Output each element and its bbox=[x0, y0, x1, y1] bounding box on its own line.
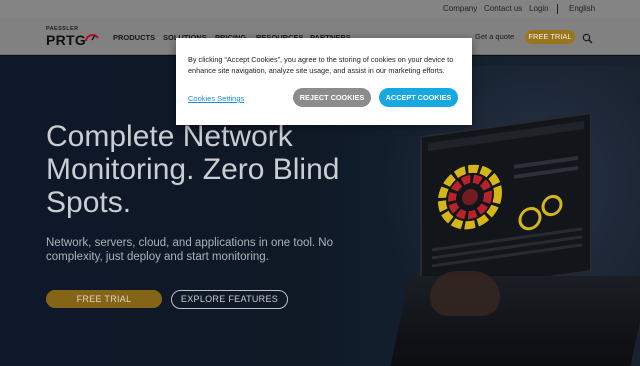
contact-link[interactable]: Contact us bbox=[484, 4, 522, 13]
free-trial-button[interactable]: FREE TRIAL bbox=[46, 290, 162, 308]
hero-subline: Network, servers, cloud, and application… bbox=[46, 237, 334, 263]
explore-features-button[interactable]: EXPLORE FEATURES bbox=[171, 290, 288, 309]
gauge-icon bbox=[84, 33, 99, 42]
logo-product: PRTG bbox=[46, 32, 87, 48]
search-icon[interactable] bbox=[582, 31, 593, 49]
language-selector[interactable]: English bbox=[569, 4, 595, 13]
hand-image bbox=[430, 271, 500, 316]
get-quote-link[interactable]: Get a quote bbox=[475, 32, 514, 41]
laptop-keyboard-image bbox=[390, 276, 640, 366]
laptop-screen-image bbox=[420, 111, 592, 297]
divider bbox=[557, 4, 558, 14]
utility-bar: Company Contact us Login English bbox=[0, 0, 640, 18]
reject-cookies-button[interactable]: REJECT COOKIES bbox=[293, 88, 371, 107]
nav-free-trial-button[interactable]: FREE TRIAL bbox=[525, 30, 575, 44]
accept-cookies-button[interactable]: ACCEPT COOKIES bbox=[379, 88, 458, 107]
login-link[interactable]: Login bbox=[529, 4, 549, 13]
cookies-settings-link[interactable]: Cookies Settings bbox=[188, 94, 244, 103]
cookie-message: By clicking “Accept Cookies”, you agree … bbox=[188, 55, 454, 75]
nav-products[interactable]: PRODUCTS bbox=[113, 33, 155, 42]
cookie-consent-dialog: By clicking “Accept Cookies”, you agree … bbox=[176, 38, 472, 125]
hero-headline: Complete Network Monitoring. Zero Blind … bbox=[46, 120, 340, 219]
company-link[interactable]: Company bbox=[443, 4, 477, 13]
paessler-logo[interactable]: PAESSLER PRTG bbox=[46, 26, 106, 50]
